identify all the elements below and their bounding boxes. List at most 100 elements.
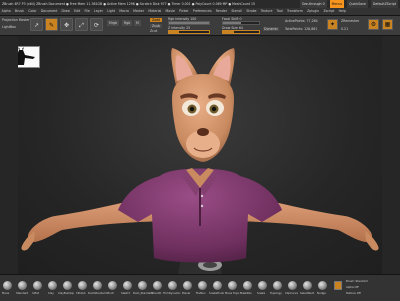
brush-standard[interactable]: [18, 281, 27, 290]
brush-maskpen-label: MaskPen: [240, 291, 252, 295]
zremesher-label: ZRemesher: [341, 19, 360, 23]
menu-alpha[interactable]: Alpha: [2, 9, 11, 13]
brush-hpolish-label: hPolish: [76, 291, 86, 295]
menu-light[interactable]: Light: [107, 9, 115, 13]
brush-pinch[interactable]: [108, 281, 117, 290]
brush-snake-label: Snake: [257, 291, 266, 295]
viewport-canvas[interactable]: [0, 36, 400, 274]
menu-layer[interactable]: Layer: [94, 9, 103, 13]
menu-transform[interactable]: Transform: [287, 9, 303, 13]
lightbox-button[interactable]: LightBox: [2, 25, 16, 29]
brush-clipcurve[interactable]: [288, 281, 297, 290]
dynamic-button[interactable]: Dynamic: [263, 27, 280, 31]
menu-color[interactable]: Color: [28, 9, 36, 13]
brush-clipcurve-label: ClipCurve: [285, 291, 299, 295]
menu-texture[interactable]: Texture: [261, 9, 273, 13]
menu-tool[interactable]: Tool: [277, 9, 283, 13]
rgb-button[interactable]: Rgb: [122, 20, 133, 26]
scale-button[interactable]: ⤢: [75, 18, 88, 31]
rgb-intensity-slider[interactable]: [168, 21, 210, 25]
brush-standard-label: Standard: [16, 291, 29, 295]
brush-claybuildup[interactable]: [63, 281, 72, 290]
brush-claybuildup-label: ClayBuildup: [58, 291, 75, 295]
brush-smooth-label: Smooth: [151, 291, 162, 295]
left-hand: [21, 231, 35, 251]
menu-marker[interactable]: Marker: [133, 9, 144, 13]
move-icon: ✥: [63, 22, 70, 29]
focal-shift-slider[interactable]: [222, 21, 260, 25]
brush-topology[interactable]: [273, 281, 282, 290]
brush-dam-standard-2[interactable]: [138, 281, 147, 290]
brush-selectrect[interactable]: [303, 281, 312, 290]
brush-maskpen[interactable]: [243, 281, 252, 290]
menu-render[interactable]: Render: [216, 9, 227, 13]
projection-master-button[interactable]: Projection Master: [2, 18, 30, 22]
menu-movie[interactable]: Movie: [166, 9, 175, 13]
brush-slash3[interactable]: [123, 281, 132, 290]
menu-zplugin[interactable]: Zplugin: [307, 9, 319, 13]
zadd-button[interactable]: Zadd: [150, 18, 163, 22]
character-model[interactable]: [0, 36, 400, 274]
brush-shelf: Move Standard Inflat Clay ClayBuildup hP…: [0, 274, 400, 301]
z-intensity-slider[interactable]: [168, 30, 210, 34]
move-button[interactable]: ✥: [60, 18, 73, 31]
rotate-button[interactable]: ⟳: [90, 18, 103, 31]
menu-macro[interactable]: Macro: [119, 9, 129, 13]
right-shelf: [382, 36, 400, 274]
brush-snakehook[interactable]: [213, 281, 222, 290]
brush-smooth[interactable]: [153, 281, 162, 290]
brush-flatten-label: Flatten: [196, 291, 206, 295]
menu-edit[interactable]: Edit: [74, 9, 80, 13]
brush-movetopo[interactable]: [228, 281, 237, 290]
menu-picker[interactable]: Picker: [179, 9, 189, 13]
menu-stencil[interactable]: Stencil: [231, 9, 242, 13]
menu-file[interactable]: File: [84, 9, 89, 13]
menu-help[interactable]: Help: [339, 9, 346, 13]
menu-brush[interactable]: Brush: [15, 9, 24, 13]
brush-snake[interactable]: [258, 281, 267, 290]
brush-inflat-label: Inflat: [32, 291, 39, 295]
brush-clay[interactable]: [48, 281, 57, 290]
zremesher-icon[interactable]: ✦: [327, 19, 338, 30]
brush-inflat[interactable]: [33, 281, 42, 290]
brush-planar[interactable]: [183, 281, 192, 290]
alpha-status-label: Alpha Off: [346, 285, 359, 289]
edit-icon: ↗: [33, 22, 40, 29]
right-hand: [365, 231, 379, 251]
zcut-button[interactable]: Zcut: [150, 29, 157, 33]
zsub-button[interactable]: Zsub: [150, 24, 162, 28]
quicksave-button[interactable]: QuickSave: [347, 0, 368, 8]
gear-icon[interactable]: ⚙: [368, 19, 379, 30]
menu-document[interactable]: Document: [41, 9, 58, 13]
brush-move[interactable]: [3, 281, 12, 290]
menu-material[interactable]: Material: [148, 9, 161, 13]
menu-bar: Alpha Brush Color Document Draw Edit Fil…: [0, 8, 400, 16]
main-color-swatch[interactable]: [334, 281, 342, 290]
brush-clay-label: Clay: [48, 291, 54, 295]
draw-button[interactable]: ✎: [45, 18, 58, 31]
brush-damstandard[interactable]: [93, 281, 102, 290]
total-points-readout: TotalPoints: 128,861: [285, 27, 318, 31]
edit-button[interactable]: ↗: [30, 18, 43, 31]
menu-draw[interactable]: Draw: [62, 9, 70, 13]
menu-stroke[interactable]: Stroke: [246, 9, 256, 13]
brush-move-label: Move: [2, 291, 10, 295]
brush-nudge[interactable]: [318, 281, 327, 290]
menus-button[interactable]: Menus: [329, 0, 345, 8]
draw-icon: ✎: [48, 22, 55, 29]
brush-snakehook-label: SnakeHook: [209, 291, 225, 295]
brush-flatten[interactable]: [198, 281, 207, 290]
default-script-button[interactable]: DefaultZScript: [370, 0, 398, 8]
draw-size-slider[interactable]: [222, 30, 260, 34]
see-through-slider[interactable]: See-through 0: [299, 0, 327, 8]
m-button[interactable]: M: [134, 20, 141, 26]
menu-zscript[interactable]: Zscript: [323, 9, 334, 13]
top-toolbar: Projection Master LightBox ↗ ✎ ✥ ⤢ ⟳ Mrg…: [0, 16, 400, 36]
grid-icon[interactable]: ▦: [382, 19, 393, 30]
mrgb-button[interactable]: Mrgb: [107, 20, 120, 26]
brush-hpolish[interactable]: [78, 281, 87, 290]
brush-trimdynamic[interactable]: [168, 281, 177, 290]
zremesher-value: 0.21: [341, 27, 349, 31]
brush-pinch-label: Pinch: [107, 291, 115, 295]
menu-preferences[interactable]: Preferences: [193, 9, 212, 13]
